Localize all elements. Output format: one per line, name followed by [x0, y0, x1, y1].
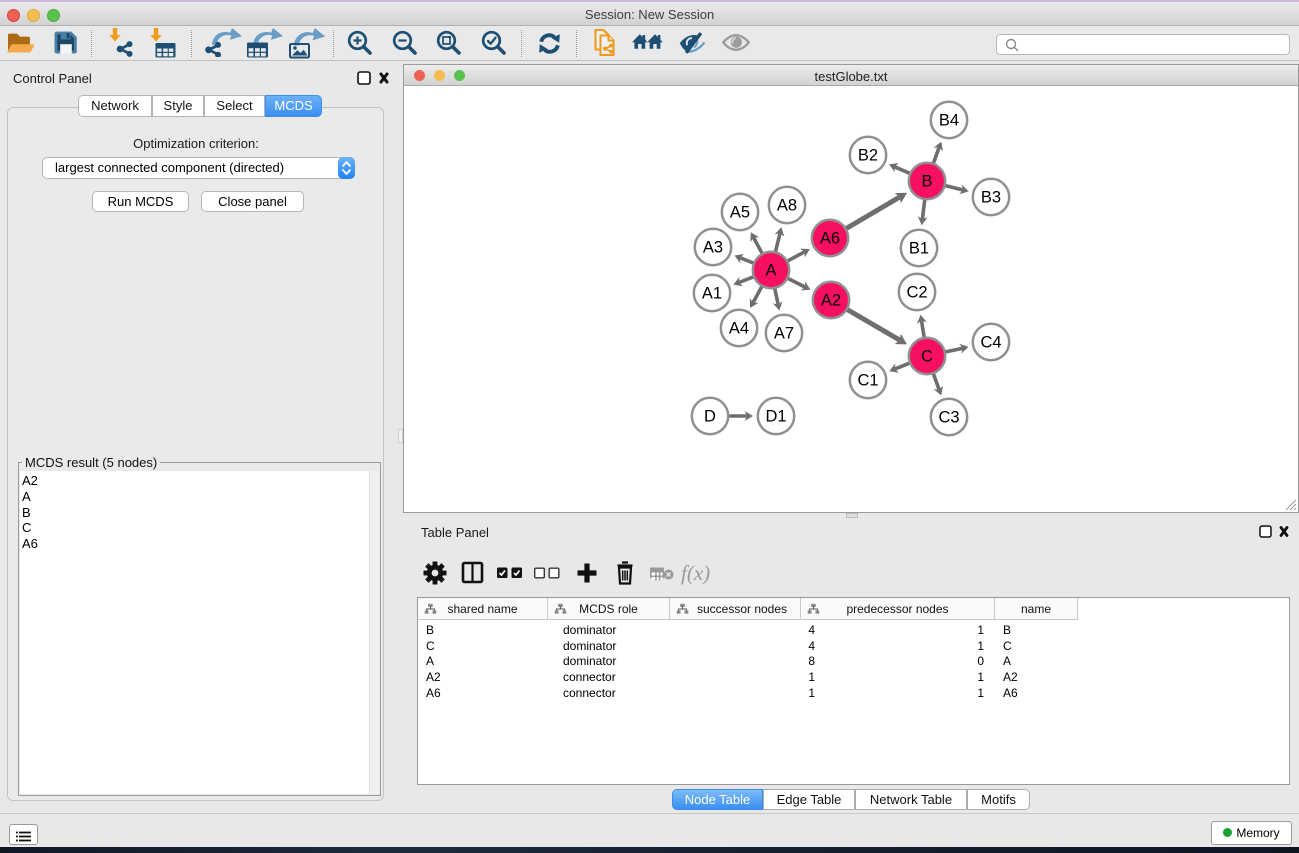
svg-text:A8: A8 — [777, 197, 797, 215]
svg-text:C3: C3 — [938, 409, 959, 427]
svg-text:A1: A1 — [702, 285, 722, 303]
svg-text:C4: C4 — [980, 334, 1001, 352]
svg-text:B4: B4 — [939, 112, 959, 130]
svg-text:C1: C1 — [857, 372, 878, 390]
svg-text:A6: A6 — [820, 230, 840, 248]
svg-text:A5: A5 — [730, 204, 750, 222]
svg-text:B1: B1 — [909, 240, 929, 258]
svg-text:A4: A4 — [729, 320, 749, 338]
svg-text:A3: A3 — [703, 239, 723, 257]
svg-text:A7: A7 — [774, 325, 794, 343]
svg-text:D: D — [704, 408, 716, 426]
svg-text:C: C — [921, 348, 933, 366]
svg-text:A: A — [765, 262, 776, 280]
svg-text:B: B — [921, 173, 932, 191]
svg-text:D1: D1 — [765, 408, 786, 426]
svg-text:B3: B3 — [981, 189, 1001, 207]
svg-text:f(x): f(x) — [681, 561, 710, 585]
svg-text:B2: B2 — [858, 147, 878, 165]
svg-text:A2: A2 — [821, 292, 841, 310]
svg-text:C2: C2 — [906, 284, 927, 302]
